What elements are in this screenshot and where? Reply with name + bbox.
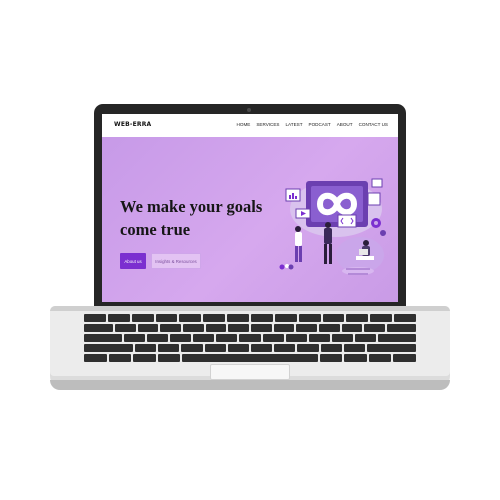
insights-resources-button[interactable]: Insights & Resources	[151, 253, 201, 269]
team-collaboration-illustration	[279, 178, 386, 275]
site-navbar: WEB-ERRA HOME SERVICES LATEST PODCAST AB…	[102, 114, 398, 137]
site-logo[interactable]: WEB-ERRA	[114, 121, 151, 128]
trackpad[interactable]	[210, 364, 290, 380]
keyboard-row	[84, 314, 417, 322]
nav-item-about[interactable]: ABOUT	[337, 122, 353, 127]
laptop-screen: WEB-ERRA HOME SERVICES LATEST PODCAST AB…	[102, 114, 398, 302]
keyboard-row	[84, 324, 416, 332]
hero-headline: We make your goals come true	[120, 197, 263, 239]
laptop-small-icon	[359, 249, 368, 255]
laptop-lid: WEB-ERRA HOME SERVICES LATEST PODCAST AB…	[94, 104, 406, 310]
nav-item-latest[interactable]: LATEST	[285, 122, 302, 127]
webcam-icon	[247, 108, 251, 112]
nav-item-home[interactable]: HOME	[237, 122, 251, 127]
laptop-front-edge	[50, 380, 450, 390]
laptop-hinge	[50, 306, 450, 311]
keyboard-row	[84, 344, 416, 352]
keyboard	[84, 314, 417, 362]
nav-item-podcast[interactable]: PODCAST	[309, 122, 331, 127]
person-left-head	[295, 226, 301, 232]
person-center-head	[325, 222, 331, 228]
about-us-button[interactable]: About us	[120, 253, 146, 269]
laptop-base	[50, 306, 450, 390]
laptop-deck	[50, 306, 450, 380]
person-sitting-head	[363, 240, 369, 246]
nav-menu: HOME SERVICES LATEST PODCAST ABOUT CONTA…	[237, 122, 388, 127]
keyboard-row	[84, 334, 416, 342]
gear-small-icon	[380, 230, 386, 236]
nav-item-contact[interactable]: CONTACT US	[359, 122, 388, 127]
hero-section: We make your goals come true About us In…	[102, 137, 398, 302]
nav-item-services[interactable]: SERVICES	[256, 122, 279, 127]
keyboard-row	[84, 354, 417, 362]
